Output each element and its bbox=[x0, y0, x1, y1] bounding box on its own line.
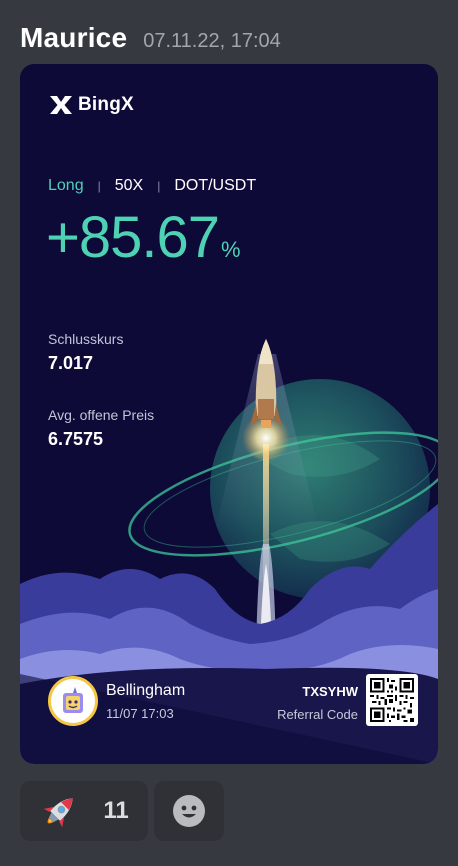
referral-info: TXSYHW Referral Code bbox=[277, 684, 358, 722]
avatar-icon bbox=[63, 687, 83, 713]
reactions-bar: 11 bbox=[20, 781, 224, 841]
trade-side: Long bbox=[48, 177, 84, 194]
reaction-rocket[interactable]: 11 bbox=[20, 781, 148, 841]
trade-leverage: 50X bbox=[114, 177, 144, 194]
reaction-count: 11 bbox=[103, 797, 129, 824]
referral-code: TXSYHW bbox=[302, 684, 358, 699]
divider: | bbox=[157, 179, 161, 193]
referral-code-label: Referral Code bbox=[277, 707, 358, 722]
pnl-share-card[interactable]: BingX Long | 50X | DOT/USDT +85.67 % Sch… bbox=[20, 64, 438, 764]
username: Bellingham bbox=[106, 681, 186, 699]
bingx-logo-icon bbox=[50, 96, 72, 114]
pnl-value: +85.67 bbox=[46, 205, 220, 270]
avg-open-price-label: Avg. offene Preis bbox=[48, 407, 155, 423]
rocket-icon bbox=[44, 798, 74, 828]
avg-open-price-value: 6.7575 bbox=[48, 429, 104, 449]
trade-pair: DOT/USDT bbox=[174, 177, 257, 194]
close-price-label: Schlusskurs bbox=[48, 331, 124, 347]
close-price-value: 7.017 bbox=[48, 353, 94, 373]
pnl-percentage: +85.67 % bbox=[46, 204, 241, 271]
message-timestamp: 07.11.22, 17:04 bbox=[143, 30, 281, 52]
message-header: Maurice 07.11.22, 17:04 bbox=[20, 22, 281, 54]
add-reaction-button[interactable] bbox=[154, 781, 224, 841]
brand-logo: BingX bbox=[48, 94, 134, 116]
author-name[interactable]: Maurice bbox=[20, 22, 127, 54]
divider: | bbox=[97, 179, 101, 193]
brand-name: BingX bbox=[78, 94, 134, 115]
smiley-icon bbox=[173, 795, 205, 827]
avatar bbox=[48, 676, 98, 726]
pnl-unit: % bbox=[221, 237, 241, 262]
trade-meta: Long | 50X | DOT/USDT bbox=[48, 177, 256, 195]
qr-code bbox=[366, 674, 418, 726]
share-datetime: 11/07 17:03 bbox=[106, 705, 174, 721]
user-info: Bellingham 11/07 17:03 bbox=[48, 676, 185, 726]
qr-code-icon bbox=[370, 678, 414, 722]
